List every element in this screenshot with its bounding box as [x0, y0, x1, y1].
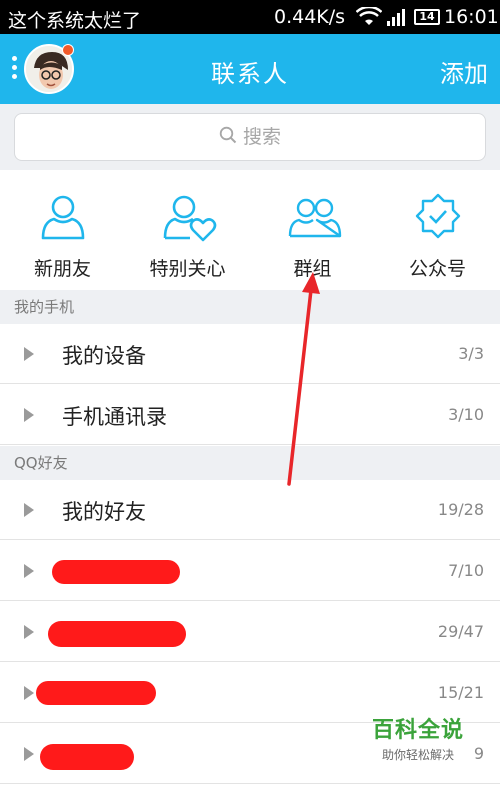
app-header: 联系人 添加: [0, 34, 500, 104]
list-item-name: 我的好友: [62, 500, 146, 524]
list-item-group-redacted-2[interactable]: 29/47: [0, 602, 500, 662]
group-icon: [288, 198, 342, 238]
search-input[interactable]: 搜索: [14, 113, 486, 161]
watermark-title: 百科全说: [371, 718, 464, 743]
public-account-button[interactable]: 公众号: [375, 170, 500, 288]
add-button[interactable]: 添加: [440, 54, 488, 89]
quick-label-new-friend: 新朋友: [33, 258, 91, 280]
list-item-count: 19/28: [437, 500, 484, 519]
quick-actions: 新朋友 特别关心 群组 公众号: [0, 170, 500, 288]
network-speed: 0.44K/s: [274, 6, 346, 28]
expand-arrow-icon: [24, 747, 34, 761]
redaction-mark: [36, 681, 156, 705]
redaction-mark: [52, 560, 180, 584]
list-item-count: 3/3: [458, 344, 484, 363]
special-care-button[interactable]: 特别关心: [125, 170, 250, 288]
list-item-phone-contacts[interactable]: 手机通讯录 3/10: [0, 385, 500, 445]
redaction-mark: [40, 744, 134, 770]
page-title: 联系人: [211, 60, 289, 88]
list-item-name: 手机通讯录: [62, 405, 167, 429]
expand-arrow-icon: [24, 625, 34, 639]
watermark-subtitle: 助你轻松解决: [381, 748, 454, 762]
list-item-count: 29/47: [437, 622, 484, 641]
group-button[interactable]: 群组: [250, 170, 375, 288]
expand-arrow-icon: [24, 347, 34, 361]
wifi-icon: [355, 5, 383, 32]
public-account-icon: [415, 193, 461, 239]
expand-arrow-icon: [24, 503, 34, 517]
expand-arrow-icon: [24, 408, 34, 422]
list-item-count: 3/10: [448, 405, 484, 424]
search-placeholder: 搜索: [242, 126, 281, 148]
list-item-my-devices[interactable]: 我的设备 3/3: [0, 324, 500, 384]
signal-icon: [387, 8, 409, 31]
section-header-my-phone: 我的手机: [0, 290, 500, 324]
list-item-my-friends[interactable]: 我的好友 19/28: [0, 480, 500, 540]
list-item-name: 我的设备: [62, 344, 146, 368]
quick-label-group: 群组: [293, 258, 332, 280]
expand-arrow-icon: [24, 686, 34, 700]
carrier-text: 这个系统太烂了: [8, 10, 142, 32]
new-friend-icon: [41, 195, 85, 240]
search-icon: [219, 115, 237, 161]
expand-arrow-icon: [24, 564, 34, 578]
list-item-group-redacted-1[interactable]: 7/10: [0, 541, 500, 601]
watermark-logo: 百科全说 助你轻松解决: [358, 712, 478, 763]
quick-label-special-care: 特别关心: [149, 258, 226, 280]
redaction-mark: [48, 621, 186, 647]
battery-icon: 14: [414, 9, 440, 25]
section-header-qq-friends: QQ好友: [0, 446, 500, 480]
search-bar: 搜索: [0, 104, 500, 170]
list-item-count: 15/21: [437, 683, 484, 702]
list-item-count: 7/10: [448, 561, 484, 580]
quick-label-public-account: 公众号: [408, 258, 466, 280]
new-friend-button[interactable]: 新朋友: [0, 170, 125, 288]
status-bar: 这个系统太烂了 0.44K/s 14 16:01: [0, 0, 500, 34]
clock: 16:01: [444, 6, 499, 28]
special-care-icon: [163, 195, 217, 242]
